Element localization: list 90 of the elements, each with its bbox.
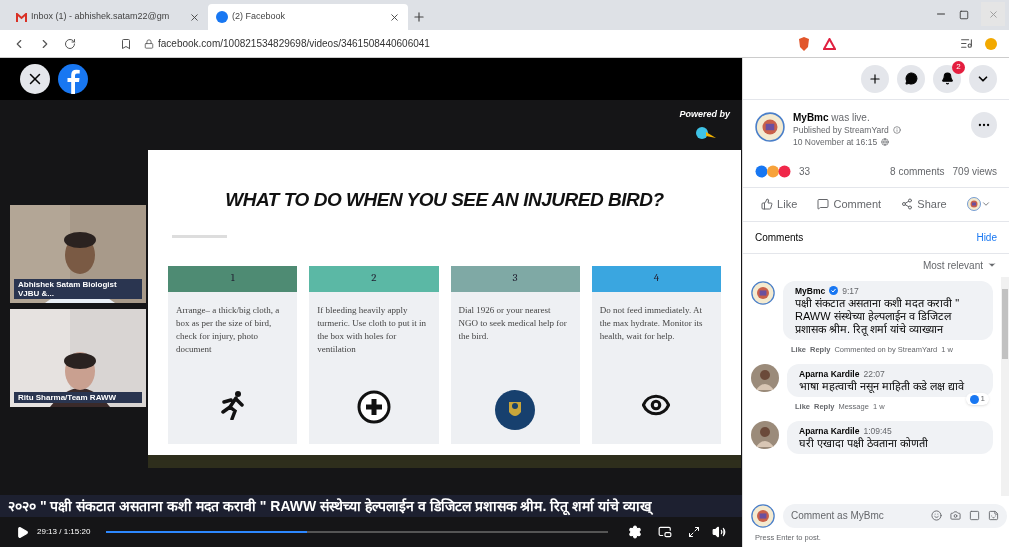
lock-icon	[144, 38, 154, 49]
comment-text: घरी एखादा पक्षी ठेवताना कोणती	[799, 437, 930, 451]
running-person-icon	[219, 389, 246, 420]
avatar	[751, 420, 779, 449]
step-number: 1	[168, 265, 298, 292]
slide-title: WHAT TO DO WHEN YOU SEE AN INJURED BIRD?	[224, 188, 665, 212]
time-text: 29:13 / 1:15:20	[37, 526, 91, 538]
account-menu-button[interactable]	[969, 64, 997, 93]
scrollbar[interactable]	[1001, 276, 1009, 496]
share-icon	[901, 198, 914, 211]
comment-icon	[817, 198, 830, 211]
reactions-count[interactable]: 33	[799, 164, 811, 179]
globe-icon	[881, 138, 890, 146]
bookmark-icon[interactable]	[120, 37, 132, 50]
browser-tab[interactable]: (2) Facebook	[208, 4, 408, 30]
messenger-button[interactable]	[897, 64, 925, 93]
powered-by-text: Powered by	[679, 108, 730, 121]
volume-icon[interactable]	[712, 525, 726, 539]
comment-time: 22:07	[863, 367, 885, 380]
caret-icon[interactable]	[987, 260, 997, 270]
chat-bubble-icon	[904, 72, 918, 85]
sticker-icon[interactable]	[988, 510, 999, 522]
emoji-icon[interactable]	[931, 510, 942, 522]
close-icon[interactable]	[189, 11, 200, 23]
sort-dropdown[interactable]: Most relevant	[922, 257, 983, 273]
camera-icon[interactable]	[950, 510, 961, 522]
step-text: Arrange– a thick/big cloth, a box as per the size of bird, check for injury, photo document	[175, 303, 281, 356]
comment-author[interactable]: Aparna Kardile	[799, 367, 860, 381]
triangle-icon[interactable]	[823, 37, 836, 50]
avatar	[755, 112, 785, 142]
tab-title: Inbox (1) - abhishek.satam22@gm	[31, 10, 171, 24]
shield-icon[interactable]	[797, 36, 811, 51]
create-button[interactable]	[861, 64, 889, 93]
post-action-button[interactable]: Share	[901, 192, 947, 217]
play-icon[interactable]	[16, 525, 29, 539]
avatar	[751, 363, 779, 392]
post-action-button[interactable]: Like	[761, 192, 798, 217]
participant-name: Ritu Sharma/Team RAWW	[14, 392, 142, 403]
ticker-text: २०२० " पक्षी संकटात असताना कशी मदत करावी " RAWW संस्थेच्या हेल्पलाईन व डिजिटल प्रशासक श्रीम. रितू शर्मा यांचे व्याख्	[7, 496, 651, 517]
comment-text: पक्षी संकटात असताना कशी मदत करावी " RAWW संस्थेच्या हेल्पलाईन व डिजिटल प्रशासक श्रीम. रितू शर्मा यांचे व्याख्यान	[795, 297, 961, 337]
new-tab-icon[interactable]	[412, 10, 426, 24]
step-number: 2	[309, 265, 439, 292]
close-icon[interactable]	[389, 11, 400, 23]
post-date[interactable]: 10 November at 16:15	[793, 136, 878, 148]
emblem-icon	[495, 389, 536, 430]
step-text: If bleeding heavily apply turmeric. Use cloth to put it in the box with holes for ventilation	[316, 303, 427, 356]
comments-heading: Comments	[755, 230, 804, 245]
views-count: 709 views	[952, 165, 997, 179]
info-icon	[892, 126, 901, 134]
participant-name: Abhishek Satam Biologist VJBU &...	[14, 279, 142, 299]
post-author-line: MyBmc was live.	[793, 112, 871, 124]
playlist-icon[interactable]	[960, 37, 973, 50]
post-action-button[interactable]: Comment	[817, 192, 882, 217]
comment-author[interactable]: MyBmc	[795, 284, 826, 298]
bird-logo	[693, 125, 716, 142]
comment-text: भाषा महत्वाची नसून माहिती कडे लक्ष द्यावे	[799, 380, 966, 394]
fullscreen-icon[interactable]	[688, 526, 700, 538]
comment-time: 9:17	[842, 284, 859, 298]
comments-count[interactable]: 8 comments	[890, 164, 945, 179]
reload-icon[interactable]	[64, 37, 76, 50]
hide-link[interactable]: Hide	[976, 229, 997, 245]
settings-icon[interactable]	[628, 525, 642, 539]
notifications-button[interactable]	[933, 64, 961, 93]
step-text: Do not feed immediately. At the max hydrate. Monitor its health, wait for help.	[598, 303, 704, 343]
comment-input[interactable]: Comment as MyBmc	[791, 508, 923, 524]
avatar	[751, 280, 775, 305]
plus-circle-icon	[356, 389, 391, 424]
facebook-logo[interactable]	[58, 64, 88, 94]
comment-author[interactable]: Aparna Kardile	[799, 424, 860, 438]
notification-badge: 2	[952, 60, 965, 74]
step-number: 3	[450, 265, 580, 292]
comment-likes: 1	[965, 393, 989, 406]
mail-icon	[16, 12, 27, 22]
comment-box[interactable]: Comment as MyBmc	[783, 503, 1007, 528]
tab-title: (2) Facebook	[232, 10, 287, 24]
close-button[interactable]	[20, 64, 50, 94]
published-by-text: Published by StreamYard	[793, 124, 889, 136]
step-number: 4	[591, 265, 721, 292]
comment-time: 1:09:45	[863, 424, 892, 437]
maximize-icon[interactable]	[959, 10, 969, 20]
like-icon	[761, 198, 774, 211]
close-icon	[987, 8, 999, 20]
step-text: Dial 1926 or your nearest NGO to seek medical help for the bird.	[457, 303, 568, 343]
plus-icon	[868, 71, 882, 86]
facebook-icon	[216, 11, 228, 23]
bell-icon	[940, 72, 954, 85]
avatar	[751, 503, 775, 528]
url-text[interactable]: facebook.com/100821534829698/videos/3461508440606041	[158, 36, 430, 51]
avatar	[966, 197, 981, 212]
picture-in-picture-icon[interactable]	[658, 525, 672, 539]
